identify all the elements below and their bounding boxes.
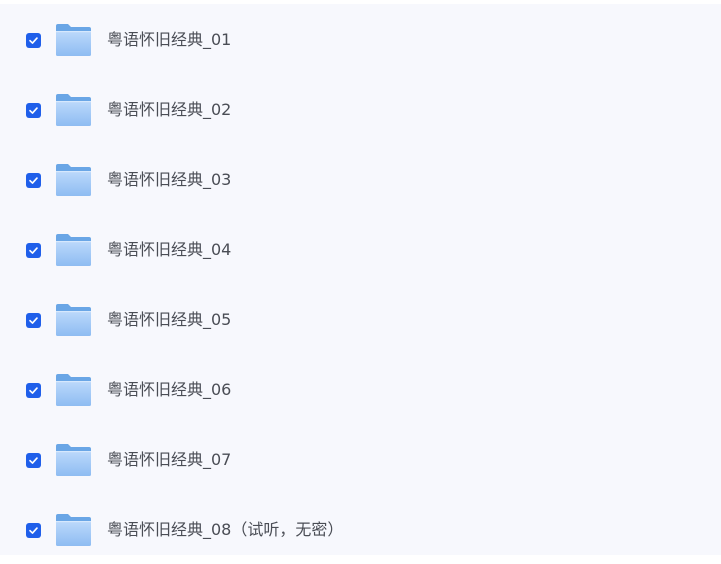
file-row[interactable]: 粤语怀旧经典_06 xyxy=(0,354,721,424)
folder-icon xyxy=(56,444,91,476)
row-checkbox[interactable] xyxy=(26,33,41,48)
row-checkbox[interactable] xyxy=(26,383,41,398)
folder-name[interactable]: 粤语怀旧经典_06 xyxy=(107,378,231,402)
file-row[interactable]: 粤语怀旧经典_07 xyxy=(0,424,721,494)
checkmark-icon xyxy=(29,317,38,324)
file-row[interactable]: 粤语怀旧经典_08（试听，无密） xyxy=(0,494,721,564)
folder-name[interactable]: 粤语怀旧经典_05 xyxy=(107,308,231,332)
row-checkbox[interactable] xyxy=(26,523,41,538)
folder-name[interactable]: 粤语怀旧经典_03 xyxy=(107,168,231,192)
file-row[interactable]: 粤语怀旧经典_05 xyxy=(0,284,721,354)
file-row[interactable]: 粤语怀旧经典_02 xyxy=(0,74,721,144)
folder-icon xyxy=(56,514,91,546)
folder-name[interactable]: 粤语怀旧经典_07 xyxy=(107,448,231,472)
checkmark-icon xyxy=(29,527,38,534)
checkmark-icon xyxy=(29,37,38,44)
file-list: 粤语怀旧经典_01 粤语怀旧经典_02 粤语怀旧经典_03 粤语怀旧经典_04 … xyxy=(0,4,721,564)
folder-icon xyxy=(56,164,91,196)
checkmark-icon xyxy=(29,247,38,254)
checkmark-icon xyxy=(29,107,38,114)
row-checkbox[interactable] xyxy=(26,103,41,118)
folder-icon xyxy=(56,94,91,126)
row-checkbox[interactable] xyxy=(26,243,41,258)
file-list-panel: 粤语怀旧经典_01 粤语怀旧经典_02 粤语怀旧经典_03 粤语怀旧经典_04 … xyxy=(0,4,721,555)
folder-name[interactable]: 粤语怀旧经典_02 xyxy=(107,98,231,122)
folder-name[interactable]: 粤语怀旧经典_01 xyxy=(107,28,231,52)
file-row[interactable]: 粤语怀旧经典_01 xyxy=(0,4,721,74)
row-checkbox[interactable] xyxy=(26,173,41,188)
folder-icon xyxy=(56,374,91,406)
file-row[interactable]: 粤语怀旧经典_03 xyxy=(0,144,721,214)
folder-icon xyxy=(56,304,91,336)
folder-icon xyxy=(56,234,91,266)
checkmark-icon xyxy=(29,457,38,464)
row-checkbox[interactable] xyxy=(26,313,41,328)
checkmark-icon xyxy=(29,387,38,394)
row-checkbox[interactable] xyxy=(26,453,41,468)
file-row[interactable]: 粤语怀旧经典_04 xyxy=(0,214,721,284)
checkmark-icon xyxy=(29,177,38,184)
folder-name[interactable]: 粤语怀旧经典_04 xyxy=(107,238,231,262)
folder-icon xyxy=(56,24,91,56)
folder-name[interactable]: 粤语怀旧经典_08（试听，无密） xyxy=(107,518,343,542)
